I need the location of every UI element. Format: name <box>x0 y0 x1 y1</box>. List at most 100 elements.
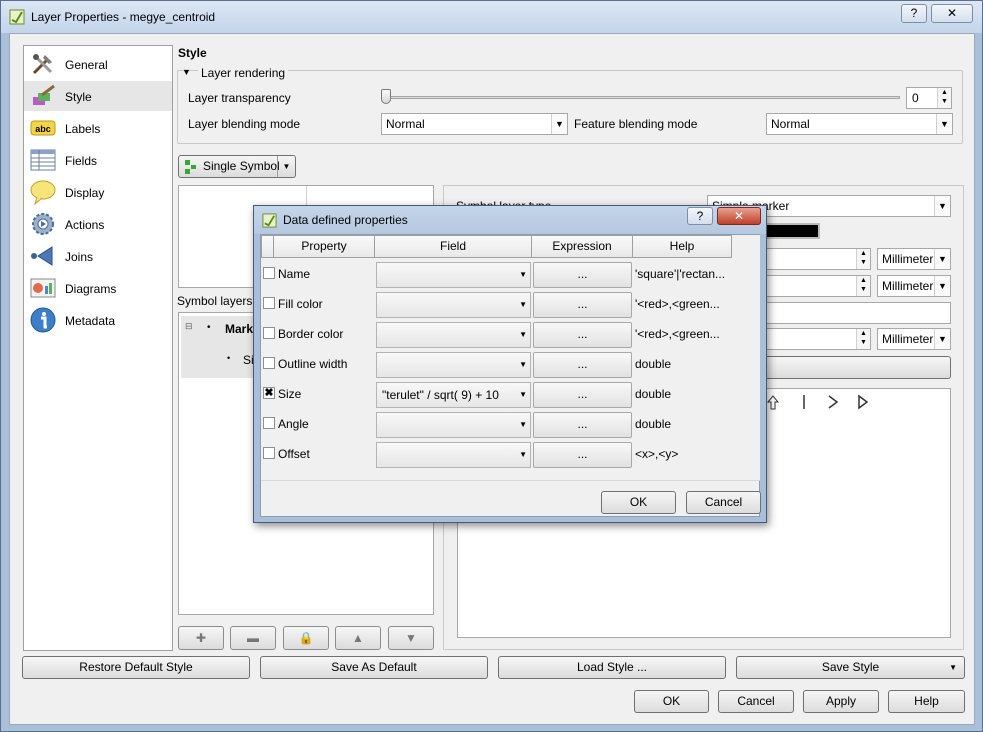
nav-item-metadata[interactable]: Metadata <box>24 305 172 335</box>
dialog-help-button[interactable]: ? <box>687 207 713 225</box>
field-combo[interactable]: ▼ <box>376 322 531 348</box>
tree-marker-item[interactable]: Mark <box>225 322 253 336</box>
chevron-down-icon[interactable]: ▼ <box>277 156 295 177</box>
add-layer-button[interactable]: ✚ <box>178 626 224 650</box>
marker-shapes-icon <box>766 394 869 410</box>
row-checkbox[interactable] <box>263 267 275 279</box>
angle-spinbox[interactable] <box>765 302 951 324</box>
save-as-default-button[interactable]: Save As Default <box>260 656 488 679</box>
chevron-down-icon: ▼ <box>519 420 527 429</box>
row-checkbox[interactable] <box>263 357 275 369</box>
expression-button[interactable]: ... <box>533 292 632 318</box>
lock-icon[interactable]: 🔒 <box>283 626 329 650</box>
data-defined-properties-button[interactable] <box>765 356 951 379</box>
spin-arrows-icon[interactable]: ▲ ▼ <box>856 329 870 349</box>
cancel-button[interactable]: Cancel <box>718 690 794 713</box>
qgis-app-icon <box>9 9 25 25</box>
chevron-down-icon: ▼ <box>934 276 950 296</box>
row-checkbox[interactable]: ✖ <box>263 387 275 399</box>
help-button[interactable]: Help <box>888 690 965 713</box>
property-name: Outline width <box>278 357 348 371</box>
outline-width-spinbox[interactable]: ▲ ▼ <box>765 275 871 297</box>
dialog-ok-button[interactable]: OK <box>601 491 676 514</box>
chevron-down-icon: ▼ <box>551 114 567 134</box>
row-checkbox[interactable] <box>263 447 275 459</box>
abc-label-icon: abc <box>30 120 56 136</box>
row-checkbox[interactable] <box>263 417 275 429</box>
move-up-button[interactable]: ▲ <box>335 626 381 650</box>
nav-item-actions[interactable]: Actions <box>24 209 172 239</box>
feature-blending-combo[interactable]: Normal ▼ <box>766 113 953 135</box>
expression-button[interactable]: ... <box>533 412 632 438</box>
help-title-button[interactable]: ? <box>901 4 927 23</box>
property-help: '<red>,<green... <box>635 327 720 341</box>
nav-item-fields[interactable]: Fields <box>24 145 172 175</box>
ok-button[interactable]: OK <box>634 690 709 713</box>
nav-item-diagrams[interactable]: Diagrams <box>24 273 172 303</box>
field-combo[interactable]: ▼ <box>376 292 531 318</box>
chevron-down-icon: ▼ <box>519 360 527 369</box>
table-icon <box>30 149 56 171</box>
field-combo[interactable]: "terulet" / sqrt( 9) + 10 ▼ <box>376 382 531 408</box>
apply-button[interactable]: Apply <box>803 690 879 713</box>
expression-button[interactable]: ... <box>533 262 632 288</box>
expression-button[interactable]: ... <box>533 322 632 348</box>
dialog-close-button[interactable]: ✕ <box>717 207 761 225</box>
property-column-header[interactable]: Property <box>274 235 375 258</box>
expression-column-header[interactable]: Expression <box>532 235 633 258</box>
tree-collapse-icon[interactable]: ⊟ <box>185 321 193 332</box>
field-combo[interactable]: ▼ <box>376 262 531 288</box>
renderer-type-button[interactable]: Single Symbol ▼ <box>178 155 296 178</box>
field-combo[interactable]: ▼ <box>376 352 531 378</box>
nav-item-joins[interactable]: Joins <box>24 241 172 271</box>
nav-label: Metadata <box>65 314 116 328</box>
expression-button[interactable]: ... <box>533 442 632 468</box>
nav-label: Style <box>65 90 92 104</box>
offset-spinbox[interactable]: ▲ ▼ <box>765 328 871 350</box>
dialog-title: Data defined properties <box>283 213 408 227</box>
chevron-down-icon: ▼ <box>934 196 950 216</box>
table-row: Outline width ▼ ... double <box>261 349 760 379</box>
transparency-slider-track[interactable] <box>385 96 900 99</box>
nav-item-general[interactable]: General <box>24 49 172 79</box>
spin-arrows-icon[interactable]: ▲ ▼ <box>856 276 870 296</box>
tools-icon <box>32 54 53 75</box>
spin-arrows-icon[interactable]: ▲ ▼ <box>856 249 870 269</box>
layer-blending-combo[interactable]: Normal ▼ <box>381 113 568 135</box>
close-window-button[interactable]: ✕ <box>931 4 973 23</box>
restore-default-style-button[interactable]: Restore Default Style <box>22 656 250 679</box>
load-style-button[interactable]: Load Style ... <box>498 656 726 679</box>
move-down-button[interactable]: ▼ <box>388 626 434 650</box>
nav-item-style[interactable]: Style <box>24 81 172 111</box>
field-combo[interactable]: ▼ <box>376 412 531 438</box>
row-checkbox[interactable] <box>263 297 275 309</box>
transparency-spinbox[interactable]: 0 ▲ ▼ <box>906 87 952 109</box>
expression-button[interactable]: ... <box>533 352 632 378</box>
join-arrow-icon <box>31 246 53 266</box>
chevron-down-icon: ▼ <box>934 329 950 349</box>
property-name: Fill color <box>278 297 323 311</box>
size-spinbox[interactable]: ▲ ▼ <box>765 248 871 270</box>
nav-item-display[interactable]: Display <box>24 177 172 207</box>
layer-rendering-label: Layer rendering <box>198 66 289 80</box>
transparency-slider-handle[interactable] <box>381 89 391 104</box>
save-style-button[interactable]: Save Style ▼ <box>736 656 965 679</box>
expression-button[interactable]: ... <box>533 382 632 408</box>
help-column-header[interactable]: Help <box>633 235 732 258</box>
collapse-triangle-icon[interactable]: ▼ <box>182 67 191 77</box>
spin-arrows-icon[interactable]: ▲ ▼ <box>937 88 951 108</box>
chevron-down-icon: ▼ <box>519 270 527 279</box>
field-column-header[interactable]: Field <box>375 235 532 258</box>
unit-combo-3[interactable]: Millimeter ▼ <box>877 328 951 350</box>
row-checkbox[interactable] <box>263 327 275 339</box>
nav-item-labels[interactable]: abc Labels <box>24 113 172 143</box>
remove-layer-button[interactable]: ▬ <box>230 626 276 650</box>
dialog-cancel-button[interactable]: Cancel <box>686 491 761 514</box>
unit-combo-2[interactable]: Millimeter ▼ <box>877 275 951 297</box>
field-combo[interactable]: ▼ <box>376 442 531 468</box>
unit-combo-1[interactable]: Millimeter ▼ <box>877 248 951 270</box>
chevron-down-icon: ▼ <box>934 249 950 269</box>
info-icon <box>30 307 56 333</box>
chevron-down-icon: ▼ <box>519 450 527 459</box>
chevron-down-icon: ▼ <box>519 330 527 339</box>
